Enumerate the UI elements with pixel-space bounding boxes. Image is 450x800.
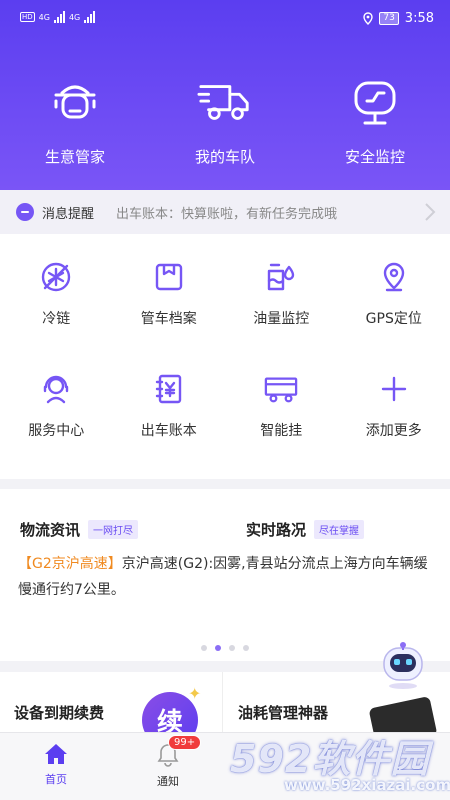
location-icon	[377, 260, 411, 294]
site-watermark: 592软件园 www.592xiazai.com	[222, 726, 450, 800]
watermark-url: www.592xiazai.com	[284, 776, 450, 794]
watermark-text: 592软件园	[230, 737, 430, 781]
tab-label: 物流资讯	[20, 521, 81, 539]
top-item-monitor[interactable]: 安全监控	[300, 78, 450, 167]
top-item-fleet[interactable]: 我的车队	[150, 78, 300, 167]
sparkle-icon: ✦	[188, 684, 202, 703]
grid-item-cold-chain[interactable]: 冷链	[0, 260, 113, 372]
truck-icon	[197, 78, 253, 128]
tab-notifications[interactable]: 99+ 通知	[138, 735, 202, 789]
top-item-manager[interactable]: 生意管家	[0, 78, 150, 167]
grid-item-label: 智能挂	[260, 423, 303, 439]
fuel-icon	[264, 260, 298, 294]
grid-item-label: GPS定位	[365, 311, 422, 327]
grid-item-label: 出车账本	[140, 423, 197, 439]
tab-label: 首页	[45, 773, 67, 786]
grid-item-fuel[interactable]: 油量监控	[225, 260, 338, 372]
clock: 3:58	[404, 11, 434, 26]
grid-item-ledger[interactable]: 出车账本	[113, 372, 226, 472]
grid-item-service[interactable]: 服务中心	[0, 372, 113, 472]
card-title: 设备到期续费	[14, 704, 105, 722]
carousel-dot[interactable]	[243, 645, 249, 651]
archive-icon	[152, 260, 186, 294]
news-highlight: 【G2京沪高速】	[18, 556, 122, 572]
tab-logistics-news[interactable]: 物流资讯 一网打尽	[20, 519, 139, 540]
grid-item-label: 服务中心	[28, 423, 85, 439]
card-title: 油耗管理神器	[238, 704, 329, 722]
feature-grid: 冷链 管车档案 油量监控 GPS定位 服务中心 出车账本 智能挂 添加更多	[0, 234, 450, 479]
tab-traffic[interactable]: 实时路况 尽在掌握	[246, 519, 365, 540]
chevron-right-icon	[425, 203, 436, 221]
tab-tag: 一网打尽	[88, 520, 139, 539]
header-banner: HD 4G 4G 73 3:58 生意管家 我的车队 安全监控	[0, 0, 450, 190]
signal-icon	[53, 11, 65, 23]
renewal-card[interactable]: 设备到期续费 续 ✦	[0, 672, 223, 748]
news-item[interactable]: 【G2京沪高速】京沪高速(G2):因雾,青县站分流点上海方向车辆缓慢通行约7公里…	[18, 551, 432, 603]
ledger-icon	[152, 372, 186, 406]
top-menu: 生意管家 我的车队 安全监控	[0, 78, 450, 167]
hd-indicator: HD	[20, 12, 35, 22]
top-item-label: 我的车队	[194, 148, 255, 166]
carousel-dot[interactable]	[201, 645, 207, 651]
trailer-icon	[264, 372, 298, 406]
network-type-2: 4G	[68, 12, 81, 22]
snowflake-icon	[39, 260, 73, 294]
location-status-icon	[363, 12, 374, 25]
plus-icon	[377, 372, 411, 406]
manager-icon	[47, 78, 103, 128]
message-icon	[16, 203, 34, 221]
notice-bar[interactable]: 消息提醒 出车账本：快算账啦，有新任务完成哦	[0, 190, 450, 234]
network-type: 4G	[38, 12, 50, 22]
grid-item-label: 冷链	[42, 311, 71, 327]
service-icon	[39, 372, 73, 406]
news-panel: 物流资讯 一网打尽 实时路况 尽在掌握 【G2京沪高速】京沪高速(G2):因雾,…	[0, 489, 450, 661]
grid-item-add-more[interactable]: 添加更多	[338, 372, 450, 472]
assistant-robot-icon[interactable]	[378, 640, 428, 690]
monitor-icon	[347, 78, 403, 128]
battery-icon: 73	[379, 12, 399, 25]
grid-item-label: 油量监控	[253, 311, 310, 327]
top-item-label: 生意管家	[44, 148, 105, 166]
tab-label: 实时路况	[246, 521, 307, 539]
tab-tag: 尽在掌握	[314, 520, 365, 539]
grid-item-archive[interactable]: 管车档案	[113, 260, 226, 372]
carousel-dot[interactable]	[229, 645, 235, 651]
top-item-label: 安全监控	[344, 148, 405, 166]
grid-item-label: 管车档案	[140, 311, 197, 327]
carousel-dot[interactable]	[215, 645, 221, 651]
home-icon	[45, 744, 67, 764]
notice-text: 出车账本：快算账啦，有新任务完成哦	[116, 206, 338, 222]
signal-icon-2	[84, 11, 96, 23]
grid-item-gps[interactable]: GPS定位	[338, 260, 450, 372]
status-bar: HD 4G 4G 73 3:58	[0, 0, 450, 40]
grid-item-label: 添加更多	[365, 423, 422, 439]
tab-label: 通知	[157, 775, 179, 788]
unread-badge: 99+	[168, 735, 202, 750]
notice-title: 消息提醒	[42, 206, 95, 222]
grid-item-trailer[interactable]: 智能挂	[225, 372, 338, 472]
tab-home[interactable]: 首页	[26, 743, 86, 787]
